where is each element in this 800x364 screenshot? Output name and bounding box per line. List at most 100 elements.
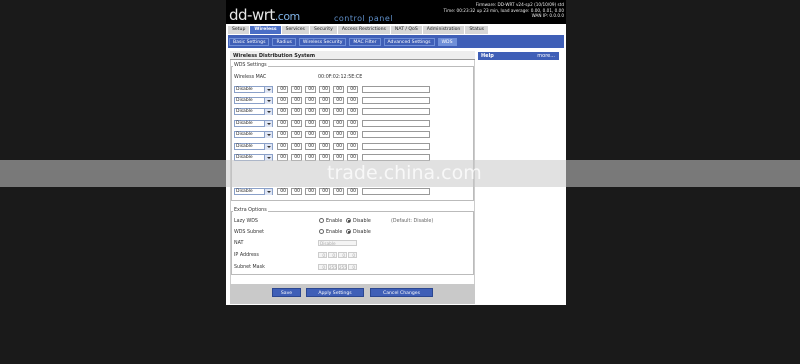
mac-octet-input[interactable]: 00 (291, 86, 302, 93)
mac-octet-input[interactable]: 00 (333, 131, 344, 138)
wds-description-input[interactable] (362, 143, 430, 150)
ip-octet-input[interactable]: 0 (318, 252, 327, 258)
help-header: Help more... (478, 52, 559, 60)
wds-description-input[interactable] (362, 86, 430, 93)
chevron-down-icon (266, 145, 271, 148)
mac-octet-input[interactable]: 00 (305, 108, 316, 115)
wds-subnet-disable[interactable]: Disable (346, 229, 371, 235)
wds-description-input[interactable] (362, 120, 430, 127)
mac-octet-input[interactable]: 00 (291, 143, 302, 150)
mac-octet-input[interactable]: 00 (333, 108, 344, 115)
subtab-wireless-security[interactable]: Wireless Security (298, 38, 347, 46)
lazy-wds-default-note: (Default: Disable) (391, 219, 434, 224)
mac-octet-input[interactable]: 00 (291, 108, 302, 115)
mac-octet-input[interactable]: 00 (347, 120, 358, 127)
mac-octet-input[interactable]: 00 (277, 97, 288, 104)
wds-description-input[interactable] (362, 188, 430, 195)
watermark-text: trade.china.com (327, 162, 482, 184)
mac-octet-input[interactable]: 00 (305, 120, 316, 127)
mac-octet-input[interactable]: 00 (347, 97, 358, 104)
mac-octet-input[interactable]: 00 (319, 97, 330, 104)
mac-octet-input[interactable]: 00 (277, 131, 288, 138)
mac-octet-input[interactable]: 00 (333, 86, 344, 93)
mac-octet-input[interactable]: 00 (333, 120, 344, 127)
mac-octet-input[interactable]: 00 (319, 188, 330, 195)
mac-octet-input[interactable]: 00 (291, 97, 302, 104)
mask-octet-input[interactable]: 255 (328, 264, 337, 270)
mac-octet-input[interactable]: 00 (291, 120, 302, 127)
mac-octet-input[interactable]: 00 (277, 188, 288, 195)
cancel-changes-button[interactable]: Cancel Changes (370, 288, 433, 297)
mac-octet-input[interactable]: 00 (347, 131, 358, 138)
radio-selected-icon[interactable] (346, 229, 351, 234)
mac-octet-input[interactable]: 00 (347, 108, 358, 115)
wds-mode-select[interactable]: Disable (234, 131, 273, 138)
mac-octet-input[interactable]: 00 (319, 120, 330, 127)
wds-description-input[interactable] (362, 131, 430, 138)
wds-mode-select[interactable]: Disable (234, 120, 273, 127)
mac-octet-input[interactable]: 00 (347, 188, 358, 195)
subtab-wds[interactable]: WDS (437, 38, 457, 46)
tab-security[interactable]: Security (309, 26, 337, 34)
nat-select[interactable]: Disable (318, 240, 357, 246)
wds-mode-select[interactable]: Disable (234, 108, 273, 115)
mac-octet-input[interactable]: 00 (277, 108, 288, 115)
mac-octet-input[interactable]: 00 (319, 131, 330, 138)
wds-mode-select[interactable]: Disable (234, 143, 273, 150)
tab-status[interactable]: Status (465, 26, 488, 34)
mac-octet-input[interactable]: 00 (319, 143, 330, 150)
mac-octet-input[interactable]: 00 (305, 86, 316, 93)
sub-tabs: Basic Settings Radius Wireless Security MAC… (229, 38, 457, 46)
lazy-wds-enable[interactable]: Enable (319, 218, 342, 224)
mac-octet-input[interactable]: 00 (319, 86, 330, 93)
help-more-link[interactable]: more... (537, 53, 555, 59)
apply-settings-button[interactable]: Apply Settings (306, 288, 364, 297)
ip-octet-input[interactable]: 0 (328, 252, 337, 258)
wds-description-input[interactable] (362, 108, 430, 115)
mac-octet-input[interactable]: 00 (319, 108, 330, 115)
mac-octet-input[interactable]: 00 (305, 188, 316, 195)
mac-octet-input[interactable]: 00 (277, 143, 288, 150)
tab-nat-qos[interactable]: NAT / QoS (390, 26, 422, 34)
mac-octet-input[interactable]: 00 (277, 120, 288, 127)
tab-services[interactable]: Services (281, 26, 309, 34)
tab-wireless[interactable]: Wireless (250, 26, 281, 34)
wds-mode-select[interactable]: Disable (234, 86, 273, 93)
mac-octet-input[interactable]: 00 (277, 86, 288, 93)
tab-administration[interactable]: Administration (422, 26, 465, 34)
mac-octet-input[interactable]: 00 (305, 97, 316, 104)
logo: dd-wrt.com (229, 6, 300, 24)
mac-octet-input[interactable]: 00 (347, 143, 358, 150)
mac-octet-input[interactable]: 00 (291, 131, 302, 138)
mac-octet-input[interactable]: 00 (333, 143, 344, 150)
ip-octet-input[interactable]: 0 (338, 252, 347, 258)
save-button[interactable]: Save (272, 288, 301, 297)
subtab-basic-settings[interactable]: Basic Settings (229, 38, 270, 46)
wds-subnet-enable[interactable]: Enable (319, 229, 342, 235)
mac-octet-input[interactable]: 00 (305, 131, 316, 138)
chevron-down-icon (266, 110, 271, 113)
wds-mode-select[interactable]: Disable (234, 97, 273, 104)
wds-mode-value: Disable (236, 189, 253, 194)
mask-octet-input[interactable]: 255 (338, 264, 347, 270)
subtab-advanced-settings[interactable]: Advanced Settings (383, 38, 435, 46)
mask-octet-input[interactable]: 0 (348, 264, 357, 270)
radio-icon[interactable] (319, 229, 324, 234)
subtab-mac-filter[interactable]: MAC Filter (349, 38, 381, 46)
mac-octet-input[interactable]: 00 (333, 97, 344, 104)
mac-octet-input[interactable]: 00 (305, 143, 316, 150)
subtab-radius[interactable]: Radius (272, 38, 296, 46)
ip-octet-input[interactable]: 0 (348, 252, 357, 258)
mac-octet-input[interactable]: 00 (333, 188, 344, 195)
tab-setup[interactable]: Setup (228, 26, 250, 34)
wds-mode-select[interactable]: Disable (234, 188, 273, 195)
mac-octet-input[interactable]: 00 (347, 86, 358, 93)
ip-address-label: IP Address (234, 253, 259, 258)
mask-octet-input[interactable]: 0 (318, 264, 327, 270)
wds-description-input[interactable] (362, 97, 430, 104)
lazy-wds-disable[interactable]: Disable (346, 218, 371, 224)
radio-icon[interactable] (319, 218, 324, 223)
tab-access-restrictions[interactable]: Access Restrictions (337, 26, 390, 34)
radio-selected-icon[interactable] (346, 218, 351, 223)
mac-octet-input[interactable]: 00 (291, 188, 302, 195)
